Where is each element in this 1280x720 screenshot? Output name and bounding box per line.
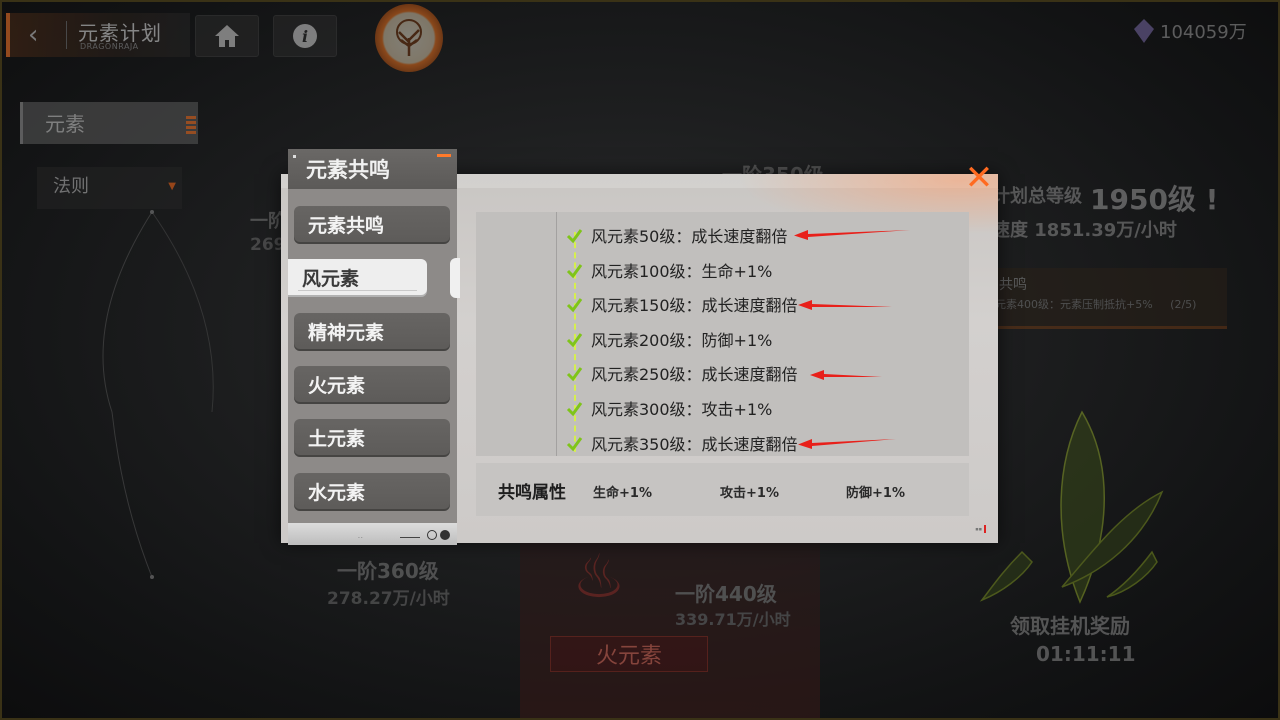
fire-element-icon: ♨ — [572, 542, 626, 612]
currency-value: 104059万 — [1160, 22, 1247, 43]
side-menu-header: 元素共鸣 — [288, 149, 457, 189]
check-icon — [566, 401, 583, 416]
close-icon: ✕ — [964, 158, 994, 198]
resonance-summary[interactable]: 共鸣 元素400级：元素压制抵抗+5% (2/5) — [987, 268, 1227, 329]
svg-text:i: i — [302, 27, 308, 46]
growth-speed-text: 速度 1851.39万/小时 — [992, 220, 1177, 241]
info-icon: i — [293, 24, 317, 48]
page-indicator-filled-icon — [440, 530, 450, 540]
game-screen: ‹ 元素计划 DRAGONRAJA i 104059万 元素 法则 ▼ 一阶 2… — [0, 0, 1280, 720]
resonance-attack-value: 攻击+1% — [720, 486, 779, 501]
milestone-row: 风元素300级：攻击+1% — [566, 396, 772, 420]
idle-reward-timer: 01:11:11 — [1036, 642, 1136, 666]
red-arrow-icon — [794, 230, 910, 240]
header-dot — [293, 155, 296, 158]
fire-element-label[interactable]: 火元素 — [550, 636, 708, 672]
earth-level-text: 一阶360级 — [337, 559, 439, 583]
divider — [66, 21, 67, 49]
milestone-row: 风元素50级：成长速度翻倍 — [566, 223, 787, 247]
red-arrow-icon — [798, 300, 892, 310]
menu-item-label: 土元素 — [308, 428, 366, 450]
milestone-list[interactable]: 风元素50级：成长速度翻倍 风元素100级：生命+1% 风元素150级：成长速度… — [476, 212, 969, 456]
close-button[interactable]: ✕ — [963, 161, 995, 195]
back-arrow-icon[interactable]: ‹ — [28, 22, 38, 48]
rule-dropdown[interactable]: 法则 ▼ — [37, 167, 182, 209]
home-icon — [215, 25, 239, 47]
crystal-icon — [1134, 19, 1154, 43]
header-accent — [437, 154, 451, 157]
tab-accent-icon — [186, 116, 196, 134]
fire-level-text: 一阶440级 — [675, 582, 777, 606]
resonance-hp-value: 生命+1% — [593, 486, 652, 501]
plan-total-label: 计划总等级 — [992, 186, 1082, 207]
menu-item-spirit[interactable]: 精神元素 — [294, 313, 450, 351]
element-tab-label: 元素 — [45, 112, 85, 136]
menu-item-label: 精神元素 — [308, 322, 385, 344]
check-icon — [566, 228, 583, 243]
milestone-row: 风元素150级：成长速度翻倍 — [566, 292, 798, 316]
currency-display: 104059万 — [1130, 14, 1260, 48]
element-tab[interactable]: 元素 — [20, 102, 198, 144]
caret-down-icon: ▼ — [168, 181, 176, 192]
info-button[interactable]: i — [273, 15, 337, 57]
red-arrow-icon — [810, 370, 882, 380]
element-side-menu: 元素共鸣 元素共鸣 风元素 精神元素 火元素 土元素 水元素 ·· — [288, 149, 457, 545]
milestone-text: 风元素50级：成长速度翻倍 — [591, 227, 788, 246]
resonance-summary-line: 元素400级：元素压制抵抗+5% (2/5) — [995, 296, 1196, 312]
plan-total-value: 1950级 ! — [1090, 183, 1219, 216]
side-menu-title: 元素共鸣 — [306, 158, 390, 182]
footer-dash — [400, 537, 420, 538]
milestone-row: 风元素200级：防御+1% — [566, 327, 772, 351]
milestone-text: 风元素100级：生命+1% — [591, 262, 773, 281]
menu-item-element-resonance[interactable]: 元素共鸣 — [294, 206, 450, 244]
fire-rate-text: 339.71万/小时 — [675, 610, 791, 629]
menu-item-wind[interactable]: 风元素 — [288, 259, 427, 297]
menu-item-label: 水元素 — [308, 482, 366, 504]
page-indicator-empty-icon — [427, 530, 437, 540]
check-icon — [566, 263, 583, 278]
tree-icon — [396, 19, 422, 56]
milestone-text: 风元素350级：成长速度翻倍 — [591, 435, 798, 454]
check-icon — [566, 366, 583, 381]
resonance-summary-count: (2/5) — [1170, 298, 1197, 311]
red-arrow-icon — [798, 439, 896, 449]
milestone-row: 风元素250级：成长速度翻倍 — [566, 361, 798, 385]
menu-item-water[interactable]: 水元素 — [294, 473, 450, 511]
check-icon — [566, 332, 583, 347]
menu-item-label: 火元素 — [308, 375, 366, 397]
side-menu-footer: ·· — [288, 523, 457, 545]
timeline-line — [556, 212, 557, 456]
rule-dropdown-label: 法则 — [53, 176, 89, 197]
menu-item-earth[interactable]: 土元素 — [294, 419, 450, 457]
active-tab-notch — [450, 258, 460, 298]
resonance-attributes-label: 共鸣属性 — [498, 483, 566, 503]
idle-reward-button[interactable]: 领取挂机奖励 — [1010, 610, 1130, 639]
resonance-attributes: 共鸣属性 生命+1% 攻击+1% 防御+1% — [476, 463, 969, 516]
footer-dots: ·· — [358, 535, 364, 542]
idle-reward-crystal-icon[interactable] — [962, 402, 1202, 612]
menu-item-label: 元素共鸣 — [308, 215, 385, 237]
resonance-defense-value: 防御+1% — [846, 486, 905, 501]
home-button[interactable] — [195, 15, 259, 57]
resonance-summary-text: 元素400级：元素压制抵抗+5% — [995, 298, 1153, 311]
check-icon — [566, 297, 583, 312]
milestone-text: 风元素150级：成长速度翻倍 — [591, 296, 798, 315]
check-icon — [566, 436, 583, 451]
milestone-text: 风元素200级：防御+1% — [591, 331, 773, 350]
milestone-text: 风元素250级：成长速度翻倍 — [591, 365, 798, 384]
page-subtitle: DRAGONRAJA — [80, 42, 139, 51]
milestone-row: 风元素100级：生命+1% — [566, 258, 772, 282]
resonance-summary-title: 共鸣 — [999, 277, 1027, 293]
menu-item-label: 风元素 — [302, 268, 360, 290]
milestone-row: 风元素350级：成长速度翻倍 — [566, 431, 798, 455]
back-title-bar[interactable]: ‹ 元素计划 DRAGONRAJA — [6, 13, 190, 57]
active-underline — [298, 290, 417, 291]
tree-emblem-icon[interactable] — [375, 4, 443, 72]
game-logo-icon: ▪▪ — [956, 525, 986, 535]
earth-rate-text: 278.27万/小时 — [327, 589, 450, 609]
menu-item-fire[interactable]: 火元素 — [294, 366, 450, 404]
milestone-text: 风元素300级：攻击+1% — [591, 400, 773, 419]
